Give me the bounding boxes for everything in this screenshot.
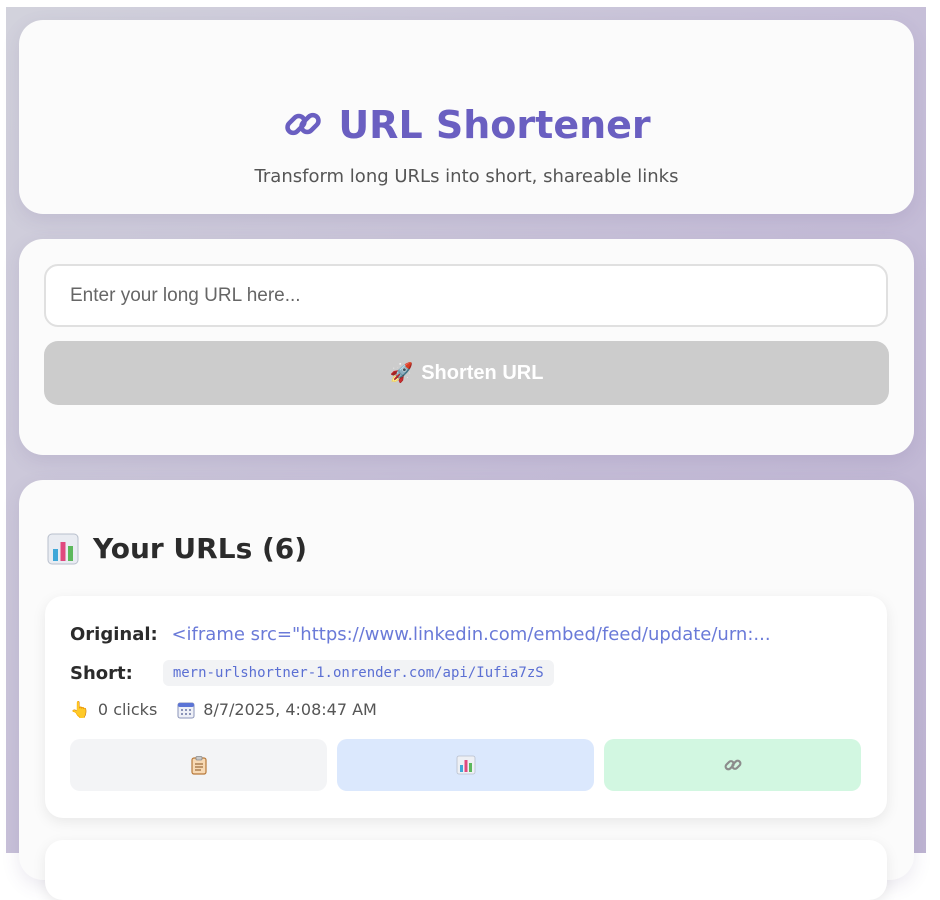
open-link-button[interactable] <box>604 739 861 791</box>
short-label: Short: <box>70 662 133 684</box>
stats-button[interactable] <box>337 739 594 791</box>
clipboard-icon <box>190 756 207 775</box>
link-icon <box>285 112 322 136</box>
calendar-icon <box>177 702 195 718</box>
url-list-heading-text: Your URLs (6) <box>93 532 308 565</box>
app-background: URL Shortener Transform long URLs into s… <box>6 7 926 900</box>
click-count: 👆 0 clicks <box>70 700 157 719</box>
rocket-icon: 🚀 <box>389 363 414 384</box>
created-date-text: 8/7/2025, 4:08:47 AM <box>203 700 377 719</box>
short-url-row: Short: mern-urlshortner-1.onrender.com/a… <box>70 660 554 686</box>
copy-button[interactable] <box>70 739 327 791</box>
shorten-form-card: 🚀 Shorten URL <box>19 239 914 455</box>
page-title-text: URL Shortener <box>338 103 651 147</box>
url-input[interactable] <box>44 264 888 327</box>
original-label: Original: <box>70 624 158 645</box>
url-list-heading: Your URLs (6) <box>47 532 307 565</box>
shorten-url-button-label: Shorten URL <box>421 361 544 384</box>
bar-chart-icon <box>456 755 475 775</box>
original-url-link[interactable]: <iframe src="https://www.linkedin.com/em… <box>171 624 770 645</box>
header-card: URL Shortener Transform long URLs into s… <box>19 20 914 214</box>
pointing-hand-icon: 👆 <box>70 700 90 719</box>
url-list-item <box>45 840 887 900</box>
page-subtitle: Transform long URLs into short, shareabl… <box>254 166 679 187</box>
bar-chart-icon <box>47 533 79 564</box>
original-url-row: Original: <iframe src="https://www.linke… <box>70 624 870 645</box>
click-count-text: 0 clicks <box>97 700 158 719</box>
shorten-url-button[interactable]: 🚀 Shorten URL <box>44 341 889 405</box>
short-url-code[interactable]: mern-urlshortner-1.onrender.com/api/Iufi… <box>162 660 554 686</box>
url-list-item: Original: <iframe src="https://www.linke… <box>45 596 887 818</box>
url-meta-row: 👆 0 clicks 8/7/2025, 4:08:47 AM <box>70 700 377 719</box>
url-list-card: Your URLs (6) Original: <iframe src="htt… <box>19 480 914 900</box>
page-title: URL Shortener <box>19 102 914 148</box>
link-icon <box>724 759 741 771</box>
created-date: 8/7/2025, 4:08:47 AM <box>177 700 377 719</box>
